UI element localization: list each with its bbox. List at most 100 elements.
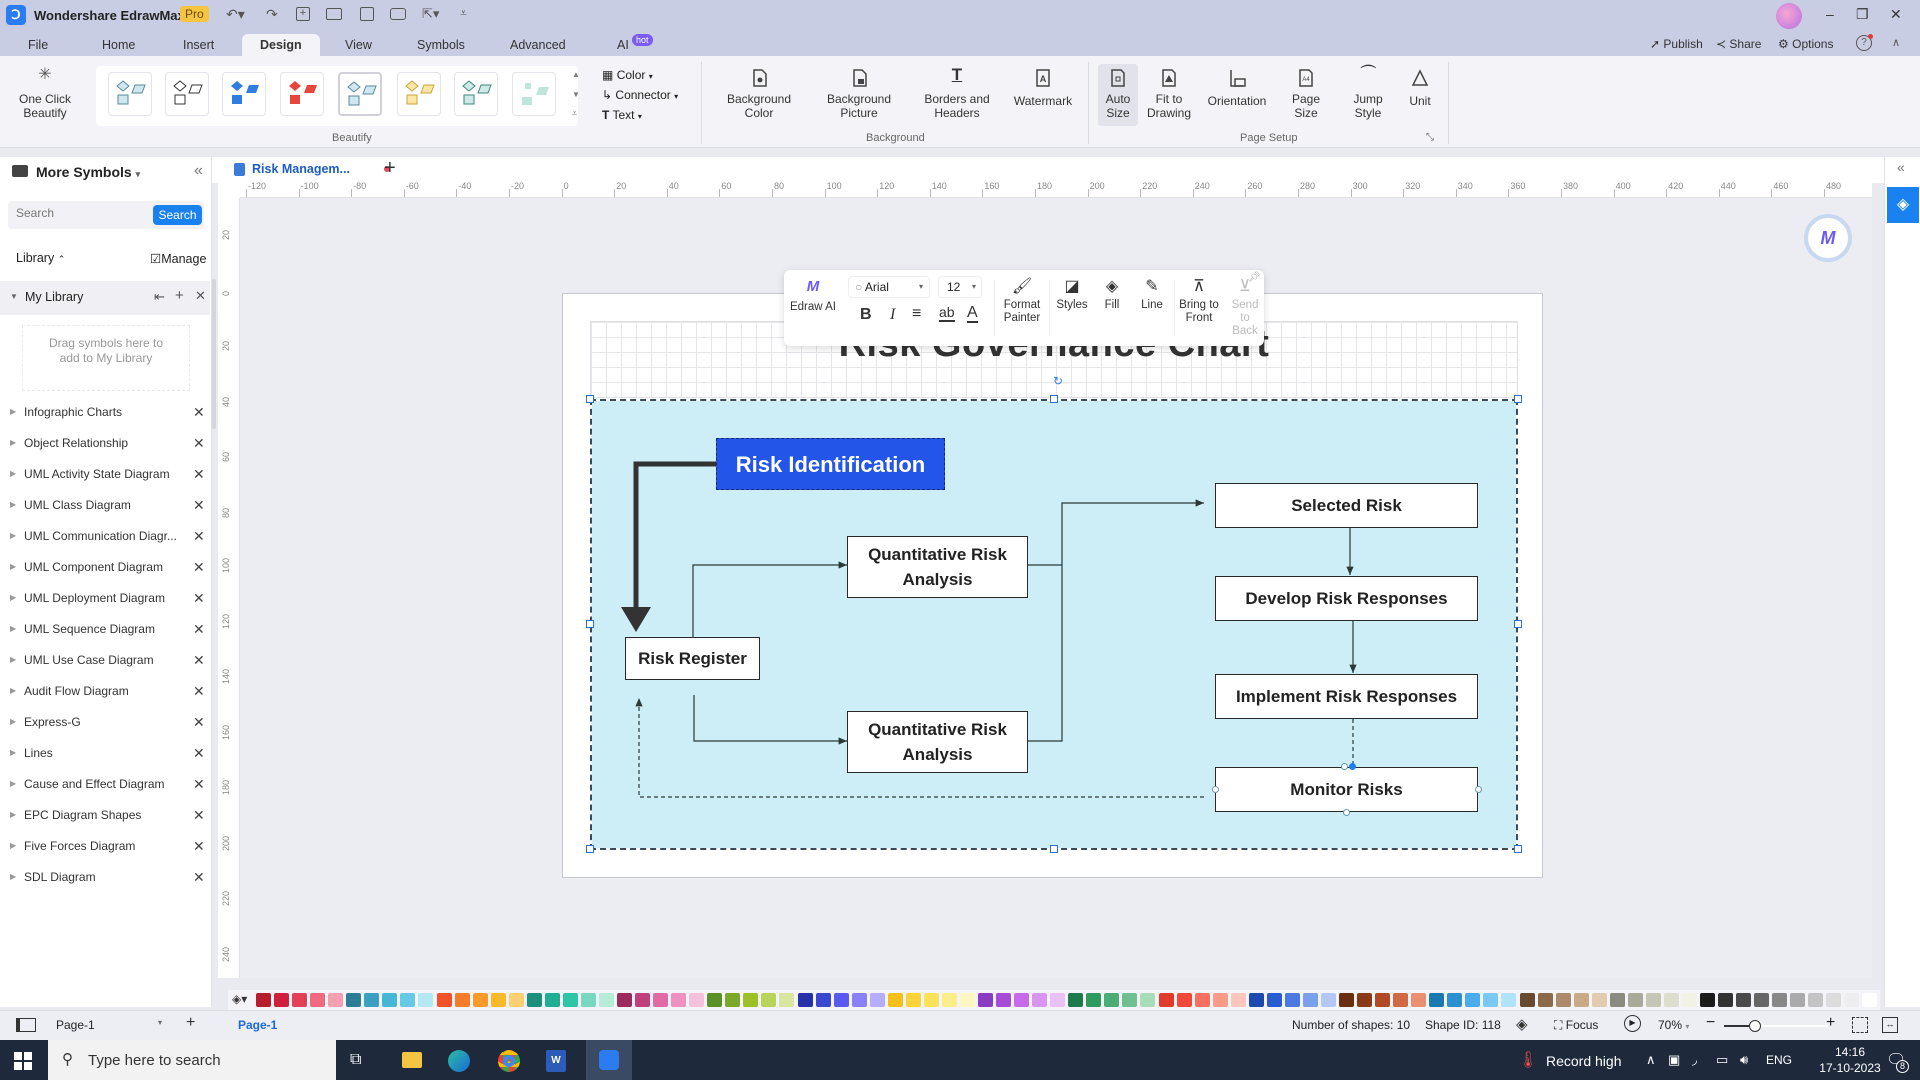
new-icon[interactable]: + xyxy=(296,7,310,21)
background-color-button[interactable]: Background Color xyxy=(718,68,800,120)
add-page-button[interactable]: + xyxy=(186,1014,195,1032)
color-swatch[interactable] xyxy=(1230,993,1246,1007)
windows-start-icon[interactable] xyxy=(14,1052,32,1070)
color-swatch[interactable] xyxy=(1266,993,1282,1007)
color-swatch[interactable] xyxy=(580,993,596,1007)
panel-scrollbar[interactable] xyxy=(212,279,216,429)
library-item[interactable]: ▶ UML Class Diagram ✕ xyxy=(0,493,212,517)
page-select[interactable]: Page-1 ▾ xyxy=(56,1018,162,1032)
color-swatch[interactable] xyxy=(1032,993,1048,1007)
italic-button[interactable]: I xyxy=(890,306,895,324)
pin-icon[interactable]: 📌︎ xyxy=(1248,272,1261,283)
close-icon[interactable]: ✕ xyxy=(193,617,205,641)
close-icon[interactable]: ✕ xyxy=(193,524,205,548)
color-swatch[interactable] xyxy=(544,993,560,1007)
color-swatch[interactable] xyxy=(1754,993,1770,1007)
open-icon[interactable] xyxy=(326,8,342,20)
color-swatch[interactable] xyxy=(959,993,975,1007)
color-swatch[interactable] xyxy=(364,993,380,1007)
color-swatch[interactable] xyxy=(382,993,398,1007)
color-swatch[interactable] xyxy=(869,993,885,1007)
tab-view[interactable]: View xyxy=(345,34,372,56)
library-item[interactable]: ▶ UML Sequence Diagram ✕ xyxy=(0,617,212,641)
color-swatch[interactable] xyxy=(1086,993,1102,1007)
page-panel-icon[interactable] xyxy=(16,1018,36,1032)
color-swatch[interactable] xyxy=(1483,993,1499,1007)
color-swatch[interactable] xyxy=(707,993,723,1007)
close-icon[interactable]: ✕ xyxy=(193,648,205,672)
color-swatch[interactable] xyxy=(1122,993,1138,1007)
theme-1[interactable] xyxy=(108,72,152,116)
rotate-handle-icon[interactable]: ↻ xyxy=(1053,374,1063,388)
color-swatch[interactable] xyxy=(1050,993,1066,1007)
styles-button[interactable]: ◪ Styles xyxy=(1052,279,1092,312)
library-item[interactable]: ▶ UML Deployment Diagram ✕ xyxy=(0,586,212,610)
zoom-out-button[interactable]: − xyxy=(1706,1014,1715,1032)
line-button[interactable]: ✎ Line xyxy=(1134,279,1170,312)
color-swatch[interactable] xyxy=(1591,993,1607,1007)
color-swatch[interactable] xyxy=(1212,993,1228,1007)
node-risk-identification[interactable]: Risk Identification xyxy=(716,438,945,490)
watermark-button[interactable]: A Watermark xyxy=(1010,68,1076,108)
color-swatch[interactable] xyxy=(1501,993,1517,1007)
file-explorer-icon[interactable] xyxy=(402,1052,422,1068)
page-tab[interactable]: Page-1 xyxy=(238,1018,277,1032)
network-icon[interactable]: ◞ xyxy=(1692,1052,1697,1068)
tab-symbols[interactable]: Symbols xyxy=(417,34,465,56)
theme-6[interactable] xyxy=(397,72,441,116)
color-swatch[interactable] xyxy=(743,993,759,1007)
layers-icon[interactable]: ◈ xyxy=(1516,1015,1528,1033)
connection-point[interactable] xyxy=(1349,763,1356,770)
color-swatch[interactable] xyxy=(1411,993,1427,1007)
tab-design[interactable]: Design xyxy=(242,34,320,56)
library-item[interactable]: ▶ Cause and Effect Diagram ✕ xyxy=(0,772,212,796)
redo-icon[interactable]: ↷ xyxy=(266,6,278,23)
add-tab-button[interactable]: + xyxy=(384,157,396,180)
color-swatch[interactable] xyxy=(292,993,308,1007)
resize-handle-e[interactable] xyxy=(1514,620,1522,628)
node-risk-register[interactable]: Risk Register xyxy=(625,637,760,680)
color-swatch[interactable] xyxy=(996,993,1012,1007)
edge-icon[interactable] xyxy=(448,1050,470,1072)
color-swatch[interactable] xyxy=(1176,993,1192,1007)
library-item[interactable]: ▶ UML Component Diagram ✕ xyxy=(0,555,212,579)
color-swatch[interactable] xyxy=(490,993,506,1007)
color-swatch[interactable] xyxy=(923,993,939,1007)
collapse-panel-icon[interactable]: « xyxy=(194,162,203,180)
color-swatch[interactable] xyxy=(779,993,795,1007)
color-swatch[interactable] xyxy=(328,993,344,1007)
collapse-ribbon-icon[interactable]: ∧ xyxy=(1892,36,1900,49)
gallery-expand[interactable]: ⩡ xyxy=(572,108,577,119)
close-icon[interactable]: ✕ xyxy=(193,710,205,734)
color-swatch[interactable] xyxy=(346,993,362,1007)
color-swatch[interactable] xyxy=(1718,993,1734,1007)
page-size-button[interactable]: A4 Page Size xyxy=(1282,68,1330,120)
tab-ai[interactable]: AI xyxy=(617,34,629,56)
notifications-button[interactable]: 🗨︎ 8 xyxy=(1886,1050,1909,1073)
color-swatch[interactable] xyxy=(1158,993,1174,1007)
library-toggle[interactable]: Library ⌃ xyxy=(16,251,65,265)
color-swatch[interactable] xyxy=(797,993,813,1007)
connection-point[interactable] xyxy=(1212,786,1219,793)
color-swatch[interactable] xyxy=(815,993,831,1007)
fill-color-dropdown-icon[interactable]: ◈▾ xyxy=(232,992,247,1006)
taskbar-search[interactable]: ⚲ Type here to search xyxy=(48,1040,336,1080)
color-swatch[interactable] xyxy=(1375,993,1391,1007)
doc-tab[interactable]: Risk Managem... xyxy=(234,160,394,180)
add-icon[interactable]: + xyxy=(175,287,184,304)
publish-button[interactable]: ➚ Publish xyxy=(1650,37,1703,51)
color-swatch[interactable] xyxy=(1104,993,1120,1007)
close-icon[interactable]: ✕ xyxy=(193,462,205,486)
color-swatch[interactable] xyxy=(1663,993,1679,1007)
color-swatch[interactable] xyxy=(1302,993,1318,1007)
send-to-back-button[interactable]: ⊻ Send to Back xyxy=(1226,279,1264,338)
close-icon[interactable]: ✕ xyxy=(193,493,205,517)
node-selected-risk[interactable]: Selected Risk xyxy=(1215,483,1478,528)
resize-handle-s[interactable] xyxy=(1050,845,1058,853)
print-icon[interactable] xyxy=(390,8,406,20)
close-icon[interactable]: ✕ xyxy=(193,803,205,827)
library-item[interactable]: ▶ Five Forces Diagram ✕ xyxy=(0,834,212,858)
theme-2[interactable] xyxy=(165,72,209,116)
theme-7[interactable] xyxy=(454,72,498,116)
meet-icon[interactable]: ▣ xyxy=(1668,1052,1680,1068)
